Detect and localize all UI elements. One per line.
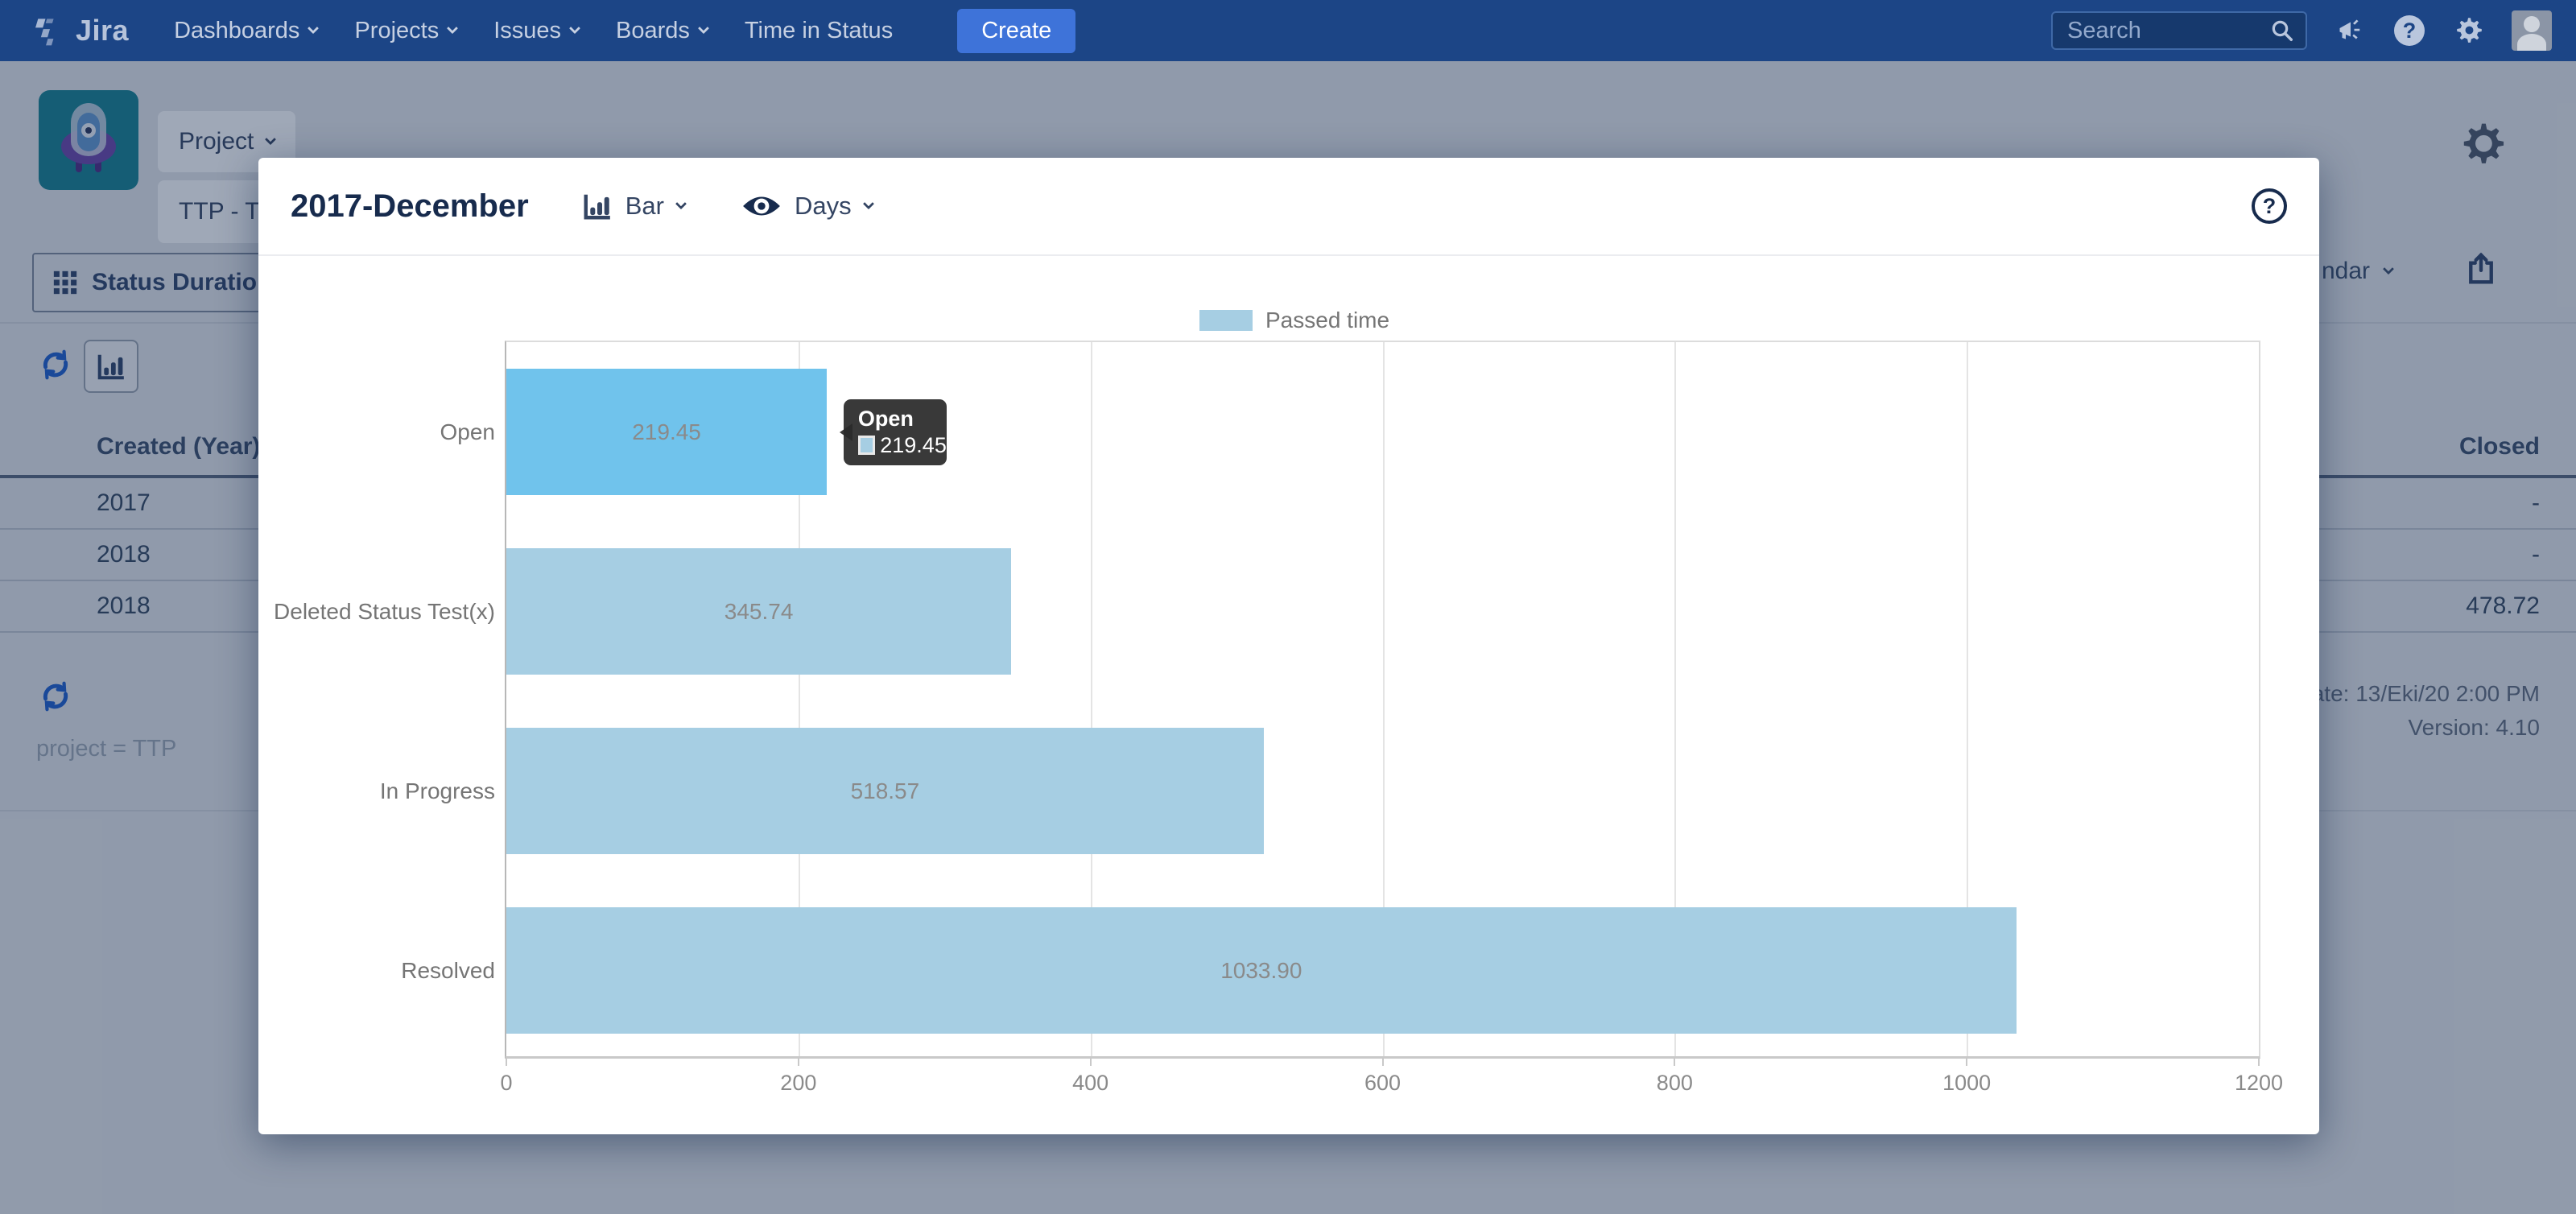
chart-type-select[interactable]: Bar (582, 191, 685, 221)
x-axis-tick (798, 1056, 799, 1066)
nav-boards[interactable]: Boards (616, 18, 708, 44)
feedback-megaphone-icon[interactable] (2336, 16, 2365, 45)
status-duration-modal: 2017-December Bar Days ? Passed time (258, 158, 2319, 1134)
nav-issues[interactable]: Issues (493, 18, 579, 44)
bar-value-label: 1033.90 (1220, 958, 1302, 984)
bar-chart-icon (582, 191, 613, 221)
legend-label: Passed time (1265, 308, 1389, 333)
plot-area: Open 219.45 020040060080010001200Open219… (505, 341, 2260, 1059)
nav-dashboards[interactable]: Dashboards (174, 18, 317, 44)
search-box[interactable] (2051, 11, 2307, 50)
x-axis-tick-label: 800 (1657, 1071, 1693, 1096)
eye-icon (741, 192, 782, 220)
bar-resolved[interactable]: 1033.90 (506, 907, 2017, 1034)
chevron-down-icon (698, 23, 709, 34)
bar-in-progress[interactable]: 518.57 (506, 728, 1264, 854)
chevron-down-icon (863, 198, 874, 209)
search-icon[interactable] (2270, 19, 2294, 43)
x-axis-tick (1966, 1056, 1967, 1066)
x-axis-tick-label: 400 (1072, 1071, 1108, 1096)
chevron-down-icon (308, 23, 319, 34)
bar-value-label: 345.74 (724, 599, 794, 625)
x-axis-tick-label: 200 (780, 1071, 816, 1096)
jira-logo-text: Jira (76, 14, 129, 47)
chevron-down-icon (675, 198, 687, 209)
category-label: Resolved (249, 881, 506, 1060)
legend-swatch (1199, 310, 1253, 331)
chevron-down-icon (447, 23, 458, 34)
x-axis-tick-label: 1200 (2235, 1071, 2283, 1096)
chevron-down-icon (569, 23, 580, 34)
bar-value-label: 518.57 (851, 778, 920, 804)
modal-help-icon[interactable]: ? (2252, 188, 2287, 224)
jira-logo[interactable]: Jira (32, 13, 129, 48)
top-nav: Jira Dashboards Projects Issues Boards T… (0, 0, 2576, 61)
x-axis-tick-label: 0 (500, 1071, 512, 1096)
x-axis-tick (1674, 1056, 1675, 1066)
modal-header: 2017-December Bar Days ? (258, 158, 2319, 256)
category-label: Deleted Status Test(x) (249, 522, 506, 701)
search-input[interactable] (2067, 18, 2270, 44)
modal-title: 2017-December (291, 188, 529, 225)
nav-projects[interactable]: Projects (354, 18, 456, 44)
help-icon[interactable]: ? (2394, 15, 2425, 46)
chart-legend[interactable]: Passed time (1199, 308, 1389, 333)
category-label: Open (249, 342, 506, 522)
tooltip-title: Open (858, 406, 947, 432)
x-axis-tick (2258, 1056, 2260, 1066)
bar-value-label: 219.45 (632, 419, 701, 445)
x-axis-tick (1090, 1056, 1092, 1066)
tooltip-swatch (858, 436, 875, 455)
bar-open[interactable]: 219.45 (506, 369, 827, 495)
user-avatar[interactable] (2512, 10, 2552, 51)
settings-gear-icon[interactable] (2454, 16, 2483, 45)
create-button[interactable]: Create (957, 9, 1075, 53)
x-axis-tick-label: 600 (1364, 1071, 1401, 1096)
unit-select[interactable]: Days (741, 192, 873, 221)
category-label: In Progress (249, 701, 506, 881)
chart-tooltip: Open 219.45 (844, 399, 947, 465)
tooltip-value: 219.45 (880, 433, 947, 458)
nav-time-in-status[interactable]: Time in Status (745, 18, 893, 44)
x-axis-tick (1382, 1056, 1384, 1066)
bar-deleted-status-test-x-[interactable]: 345.74 (506, 548, 1011, 675)
x-axis-tick-label: 1000 (1942, 1071, 1991, 1096)
jira-logo-icon (32, 13, 68, 48)
